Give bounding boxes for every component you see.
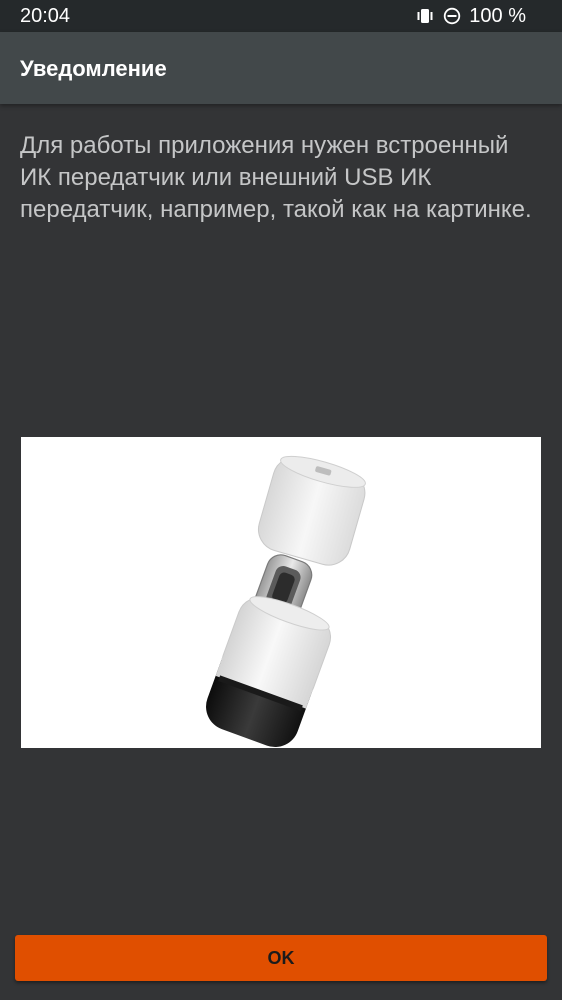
- vibrate-icon: [415, 7, 435, 25]
- status-icons: 100 %: [415, 4, 526, 28]
- status-bar: 20:04 100 %: [0, 0, 562, 32]
- usb-ir-transmitter-image: [21, 437, 541, 748]
- ok-button[interactable]: OK: [15, 935, 547, 981]
- page-title: Уведомление: [20, 56, 167, 81]
- status-time: 20:04: [20, 5, 71, 27]
- notification-message: Для работы приложения нужен встроенный И…: [20, 132, 532, 223]
- do-not-disturb-icon: [443, 7, 461, 25]
- app-bar: Уведомление: [0, 32, 562, 104]
- battery-level: 100 %: [469, 4, 526, 27]
